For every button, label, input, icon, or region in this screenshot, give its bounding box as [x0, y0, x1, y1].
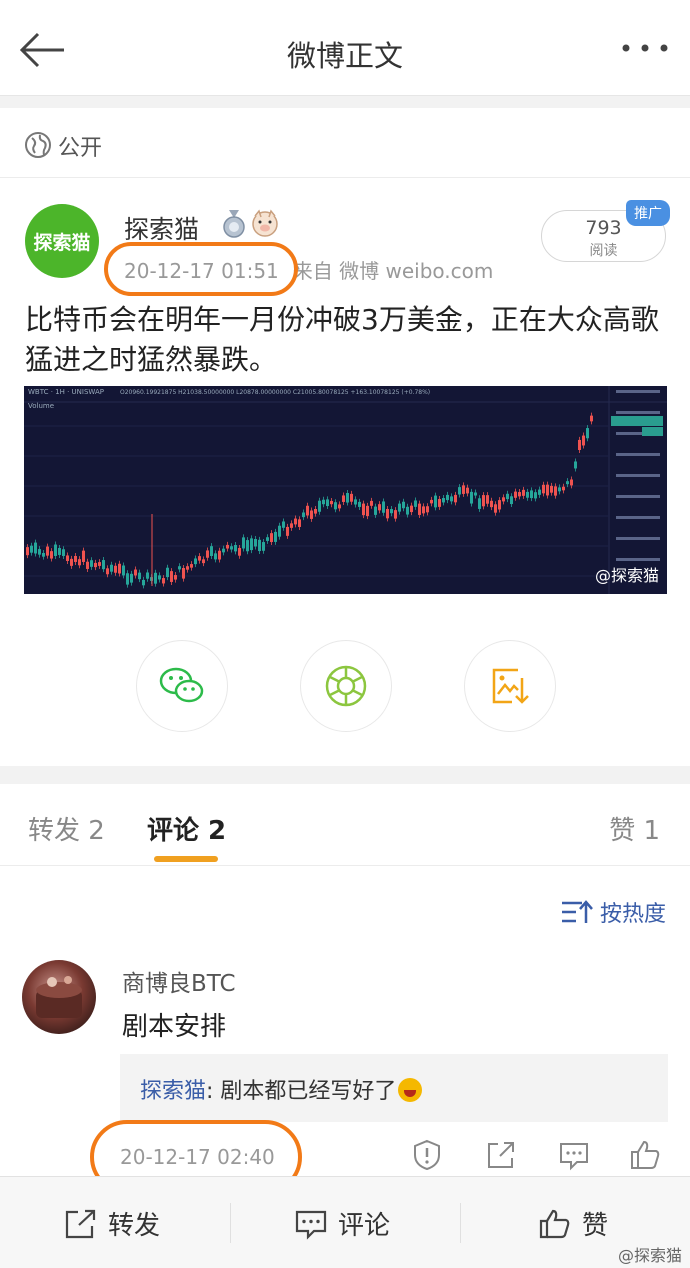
reply-line: 探索猫: 剧本都已经写好了: [140, 1073, 423, 1105]
read-label: 阅读: [589, 243, 618, 259]
promote-badge[interactable]: 推广: [626, 200, 670, 226]
separator: [230, 1203, 231, 1243]
section-divider: [0, 96, 690, 108]
bottom-action-bar: 转发 评论 赞: [0, 1176, 690, 1268]
tab-comments[interactable]: 评论 2: [147, 810, 226, 847]
svg-text:WBTC · 1H · UNISWAP: WBTC · 1H · UNISWAP: [28, 388, 104, 396]
repost-label: 转发: [108, 1211, 161, 1241]
visibility-row: 公开: [0, 108, 690, 178]
comment-icon: [295, 1210, 327, 1240]
separator: [460, 1203, 461, 1243]
wechat-icon: [159, 667, 204, 703]
like-comment-icon[interactable]: [628, 1138, 662, 1172]
visibility-label: 公开: [58, 136, 103, 161]
like-button[interactable]: 赞: [538, 1205, 608, 1242]
report-shield-icon[interactable]: [410, 1138, 444, 1172]
highlight-circle-post-time: [104, 242, 298, 296]
image-watermark: @探索猫: [594, 566, 659, 585]
like-label: 赞: [582, 1211, 609, 1241]
post-image-price-chart[interactable]: WBTC · 1H · UNISWAP Volume O20960.199218…: [24, 386, 667, 594]
section-divider: [0, 766, 690, 784]
share-moments-button[interactable]: [300, 640, 392, 732]
thumbs-up-icon: [539, 1209, 570, 1238]
commenter-name[interactable]: 商博良BTC: [122, 964, 236, 998]
save-image-icon: [492, 668, 529, 704]
svg-text:Volume: Volume: [28, 402, 54, 410]
top-nav-bar: 微博正文: [0, 0, 690, 96]
more-icon[interactable]: [620, 38, 670, 58]
repost-button[interactable]: 转发: [64, 1205, 160, 1242]
active-tab-indicator: [154, 856, 218, 862]
pig-face-icon: [252, 209, 278, 237]
svg-text:O20960.19921875 H21038.5000000: O20960.19921875 H21038.50000000 L20878.0…: [120, 389, 430, 396]
page-title: 微博正文: [286, 39, 403, 73]
globe-icon: [25, 132, 51, 158]
sort-button[interactable]: 按热度: [560, 896, 666, 928]
author-name[interactable]: 探索猫: [124, 210, 199, 246]
sort-icon: [561, 900, 593, 923]
author-avatar[interactable]: 探索猫: [25, 204, 99, 278]
repost-comment-icon[interactable]: [484, 1138, 518, 1172]
share-row: [0, 640, 690, 732]
post-content: 比特币会在明年一月份冲破3万美金，正在大众高歌猛进之时猛然暴跌。: [25, 303, 659, 376]
repost-icon: [65, 1209, 96, 1238]
interaction-tabs: 转发 2 评论 2 赞 1: [0, 784, 690, 866]
laughing-emoji-icon: [398, 1078, 423, 1102]
comment-text: 剧本安排: [122, 1012, 227, 1042]
reply-text: : 剧本都已经写好了: [206, 1079, 397, 1104]
reply-box[interactable]: 探索猫: 剧本都已经写好了: [120, 1054, 668, 1122]
comment-button[interactable]: 评论: [294, 1205, 390, 1242]
camera-shutter-icon: [325, 665, 367, 707]
tab-reposts[interactable]: 转发 2: [28, 810, 105, 847]
commenter-avatar[interactable]: [22, 960, 96, 1034]
medal-icon: [223, 210, 245, 238]
screenshot-watermark: @探索猫: [617, 1246, 682, 1265]
save-image-button[interactable]: [464, 640, 556, 732]
share-wechat-button[interactable]: [136, 640, 228, 732]
sort-label: 按热度: [599, 902, 666, 927]
post-source: 来自 微博 weibo.com: [292, 259, 494, 283]
reply-comment-icon[interactable]: [557, 1138, 591, 1172]
reply-author[interactable]: 探索猫: [140, 1079, 206, 1104]
comment-label: 评论: [338, 1211, 391, 1241]
tab-likes[interactable]: 赞 1: [609, 810, 660, 847]
